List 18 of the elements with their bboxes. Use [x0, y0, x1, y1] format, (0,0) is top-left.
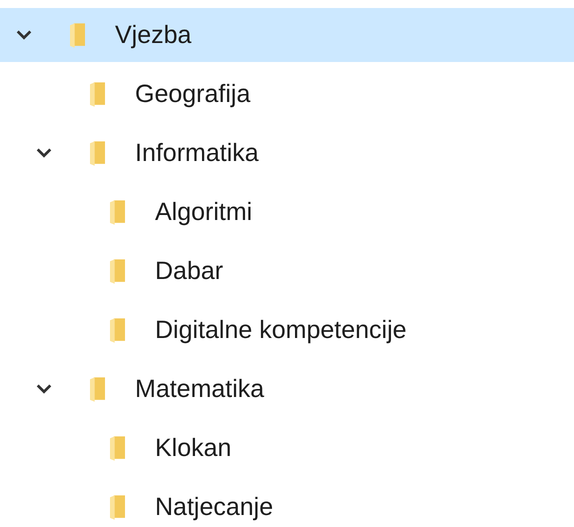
tree-item[interactable]: Matematika — [0, 362, 574, 416]
folder-icon — [110, 258, 125, 284]
folder-icon — [110, 318, 125, 342]
tree-item[interactable]: Vjezba — [0, 8, 574, 62]
tree-item[interactable]: Dabar — [0, 244, 574, 298]
folder-icon — [70, 22, 85, 48]
folder-icon — [110, 200, 125, 224]
tree-item[interactable]: Natjecanje — [0, 480, 574, 527]
folder-icon — [90, 140, 105, 166]
tree-item[interactable]: Geografija — [0, 67, 574, 121]
tree-item[interactable]: Informatika — [0, 126, 574, 180]
folder-icon — [90, 82, 105, 106]
tree-item[interactable]: Digitalne kompetencije — [0, 303, 574, 357]
folder-icon — [90, 376, 105, 402]
tree-item[interactable]: Algoritmi — [0, 185, 574, 239]
tree-item[interactable]: Klokan — [0, 421, 574, 475]
folder-icon — [110, 494, 125, 520]
folder-icon — [110, 436, 125, 460]
